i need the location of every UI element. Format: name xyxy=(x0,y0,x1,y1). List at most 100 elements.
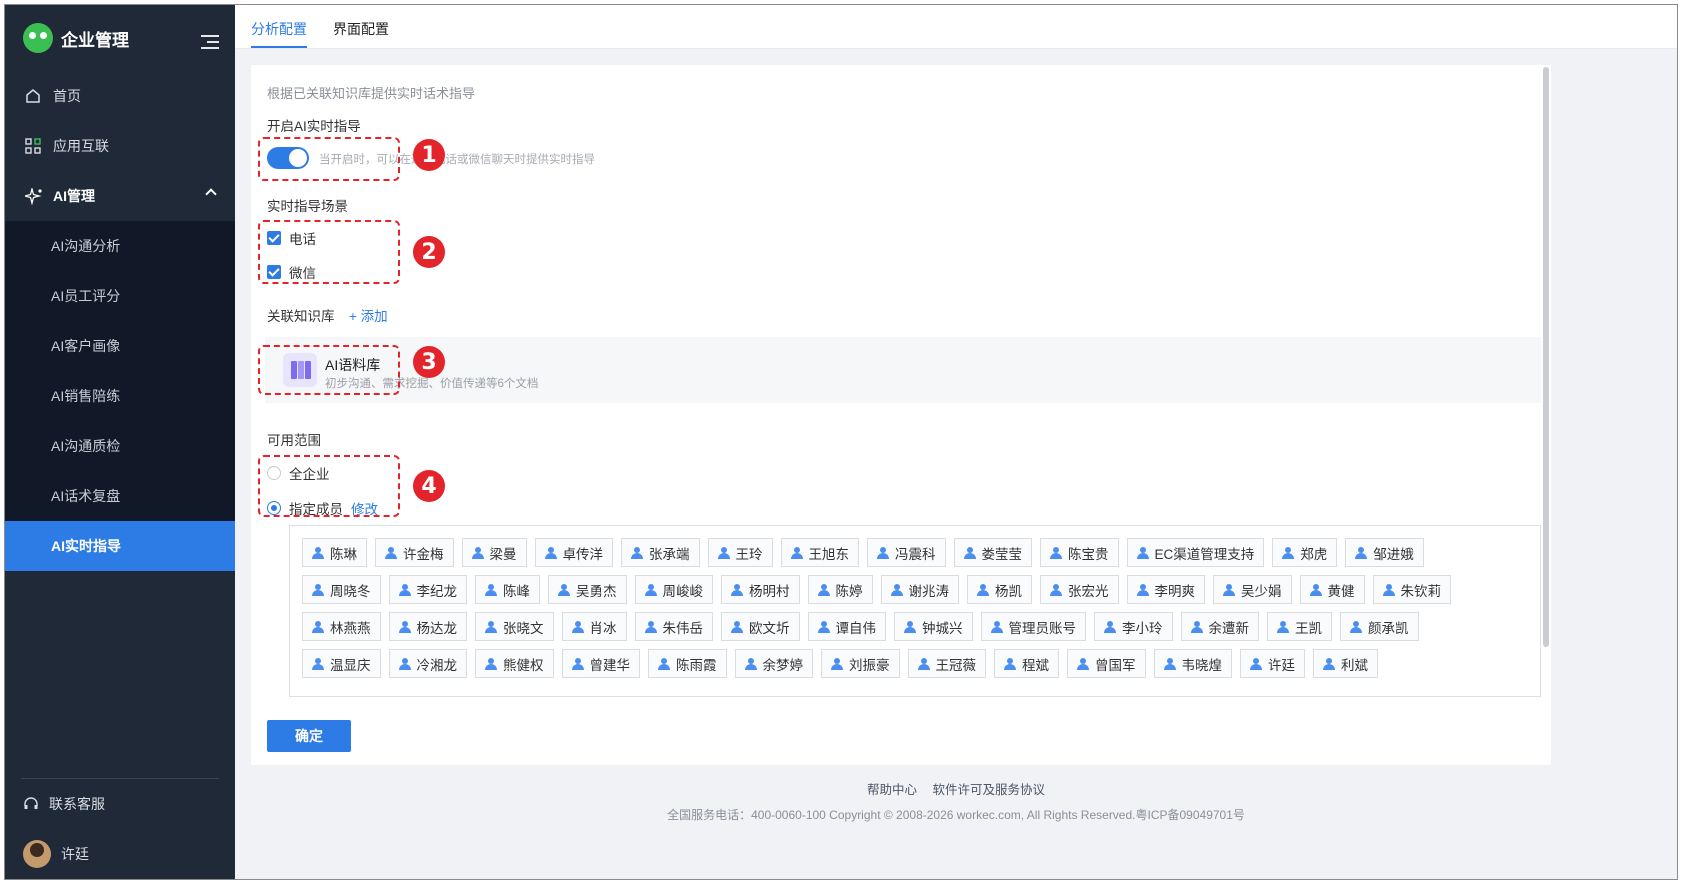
user-icon xyxy=(790,546,803,559)
member-chip[interactable]: 谭自伟 xyxy=(807,612,886,641)
headset-icon xyxy=(23,796,39,812)
member-chip[interactable]: 王旭东 xyxy=(780,538,859,567)
member-chip[interactable]: 李明爽 xyxy=(1126,575,1205,604)
member-chip[interactable]: 颜承凯 xyxy=(1340,612,1419,641)
sidebar-item-home[interactable]: 首页 xyxy=(5,71,235,121)
confirm-button[interactable]: 确定 xyxy=(267,720,351,752)
member-chip[interactable]: 杨明村 xyxy=(721,575,800,604)
member-chip[interactable]: 陈峰 xyxy=(475,575,540,604)
member-chip[interactable]: 冷湘龙 xyxy=(388,649,467,678)
member-name: 杨凯 xyxy=(995,583,1022,599)
collapse-menu-icon[interactable] xyxy=(201,35,219,49)
member-chip[interactable]: 梁曼 xyxy=(461,538,527,567)
member-chip[interactable]: 温显庆 xyxy=(302,649,381,678)
member-name: 朱伟岳 xyxy=(662,620,704,636)
member-chip[interactable]: 冯震科 xyxy=(867,538,946,567)
member-chip[interactable]: 周晓冬 xyxy=(302,575,381,604)
member-chip[interactable]: 刘振豪 xyxy=(821,649,900,678)
member-name: 陈琳 xyxy=(330,546,357,562)
ai-submenu: AI沟通分析 AI员工评分 AI客户画像 AI销售陪练 AI沟通质检 AI话术复… xyxy=(5,221,235,571)
member-chip[interactable]: 程斌 xyxy=(994,649,1059,678)
ai-sparkle-icon xyxy=(22,186,42,206)
member-name: 韦晓煌 xyxy=(1181,657,1223,673)
member-chip[interactable]: 陈婷 xyxy=(807,575,873,604)
member-chip[interactable]: 杨凯 xyxy=(967,575,1032,604)
member-name: 卓传洋 xyxy=(562,546,604,562)
member-chip[interactable]: 吴少娟 xyxy=(1213,575,1292,604)
sidebar-group-ai[interactable]: AI管理 xyxy=(5,171,235,221)
member-chip[interactable]: 曾国军 xyxy=(1067,649,1146,678)
member-chip[interactable]: 黄健 xyxy=(1299,575,1365,604)
member-chips: 陈琳 许金梅 梁曼 卓传洋 张承端 王玲 王旭东 冯震科 娄莹莹 陈宝贵 EC渠道管理支持 郑虎 邹进娥… xyxy=(302,538,1502,686)
member-name: 梁曼 xyxy=(489,546,517,562)
member-chip[interactable]: 王冠薇 xyxy=(907,649,986,678)
member-chip[interactable]: 陈宝贵 xyxy=(1040,538,1119,567)
member-chip[interactable]: 李纪龙 xyxy=(388,575,467,604)
member-chip[interactable]: 李小玲 xyxy=(1094,612,1173,641)
member-chip[interactable]: 肖冰 xyxy=(561,612,627,641)
member-chip[interactable]: 熊健权 xyxy=(475,649,554,678)
member-chip[interactable]: 郑虎 xyxy=(1272,538,1338,567)
annotation-number: 3 xyxy=(413,346,445,378)
help-center-link[interactable]: 帮助中心 xyxy=(867,783,917,797)
user-icon xyxy=(877,546,889,559)
main-area: 分析配置 界面配置 根据已关联知识库提供实时话术指导 开启AI实时指导 当开启时… xyxy=(235,5,1677,879)
user-profile[interactable]: 许廷 xyxy=(5,829,235,879)
member-chip[interactable]: 许廷 xyxy=(1240,649,1305,678)
sidebar-item-apps[interactable]: 应用互联 xyxy=(5,121,235,171)
license-agreement-link[interactable]: 软件许可及服务协议 xyxy=(932,783,1045,797)
member-chip[interactable]: 谢兆涛 xyxy=(880,575,959,604)
sidebar-item-ai-sales-training[interactable]: AI销售陪练 xyxy=(5,371,235,421)
user-icon xyxy=(817,620,830,633)
user-icon xyxy=(1277,620,1289,633)
member-chip[interactable]: EC渠道管理支持 xyxy=(1126,538,1265,567)
member-chip[interactable]: 娄莹莹 xyxy=(953,538,1032,567)
member-chip[interactable]: 利斌 xyxy=(1313,649,1378,678)
user-icon xyxy=(1050,546,1062,559)
member-name: 陈宝贵 xyxy=(1068,546,1109,562)
add-knowledge-button[interactable]: + 添加 xyxy=(349,305,388,325)
member-chip[interactable]: 管理员账号 xyxy=(980,612,1086,641)
member-chip[interactable]: 周峻峻 xyxy=(634,575,713,604)
sidebar-item-ai-customer-profile[interactable]: AI客户画像 xyxy=(5,321,235,371)
member-chip[interactable]: 余遭新 xyxy=(1180,612,1259,641)
member-chip[interactable]: 杨达龙 xyxy=(388,612,467,641)
member-chip[interactable]: 朱钦莉 xyxy=(1372,575,1451,604)
member-chip[interactable]: 林燕燕 xyxy=(302,612,381,641)
member-chip[interactable]: 许金梅 xyxy=(375,538,454,567)
member-chip[interactable]: 余梦婷 xyxy=(734,649,813,678)
sidebar-item-ai-realtime-guide[interactable]: AI实时指导 xyxy=(5,521,235,571)
member-chip[interactable]: 陈琳 xyxy=(302,538,367,567)
user-icon xyxy=(731,620,743,633)
tab-analysis-config[interactable]: 分析配置 xyxy=(251,19,307,48)
member-chip[interactable]: 曾建华 xyxy=(561,649,640,678)
sidebar-item-ai-quality-check[interactable]: AI沟通质检 xyxy=(5,421,235,471)
member-name: 温显庆 xyxy=(330,657,371,673)
contact-support[interactable]: 联系客服 xyxy=(5,779,235,829)
member-chip[interactable]: 邹进娥 xyxy=(1345,538,1424,567)
sidebar-item-ai-comm-analysis[interactable]: AI沟通分析 xyxy=(5,221,235,271)
member-name: 吴少娟 xyxy=(1241,583,1282,599)
member-chip[interactable]: 陈雨霞 xyxy=(648,649,727,678)
sidebar-item-ai-staff-score[interactable]: AI员工评分 xyxy=(5,271,235,321)
member-chip[interactable]: 张晓文 xyxy=(475,612,554,641)
member-name: 李明爽 xyxy=(1154,583,1196,599)
member-chip[interactable]: 张承端 xyxy=(621,538,700,567)
member-chip[interactable]: 张宏光 xyxy=(1040,575,1119,604)
annotation-box xyxy=(258,137,400,181)
knowledge-card[interactable]: AI语料库 初步沟通、需求挖掘、价值传递等6个文档 xyxy=(265,337,1541,403)
tab-ui-config[interactable]: 界面配置 xyxy=(333,19,389,48)
member-chip[interactable]: 韦晓煌 xyxy=(1153,649,1232,678)
member-chip[interactable]: 吴勇杰 xyxy=(548,575,627,604)
member-chip[interactable]: 王玲 xyxy=(707,538,773,567)
member-chip[interactable]: 欧文圻 xyxy=(721,612,800,641)
member-name: 黄健 xyxy=(1327,583,1355,599)
member-chip[interactable]: 朱伟岳 xyxy=(634,612,713,641)
member-chip[interactable]: 王凯 xyxy=(1267,612,1332,641)
member-chip[interactable]: 钟城兴 xyxy=(894,612,973,641)
sidebar-item-ai-script-review[interactable]: AI话术复盘 xyxy=(5,471,235,521)
avatar xyxy=(23,840,51,868)
member-chip[interactable]: 卓传洋 xyxy=(534,538,613,567)
scrollbar[interactable] xyxy=(1543,67,1549,647)
member-name: 熊健权 xyxy=(503,657,544,673)
